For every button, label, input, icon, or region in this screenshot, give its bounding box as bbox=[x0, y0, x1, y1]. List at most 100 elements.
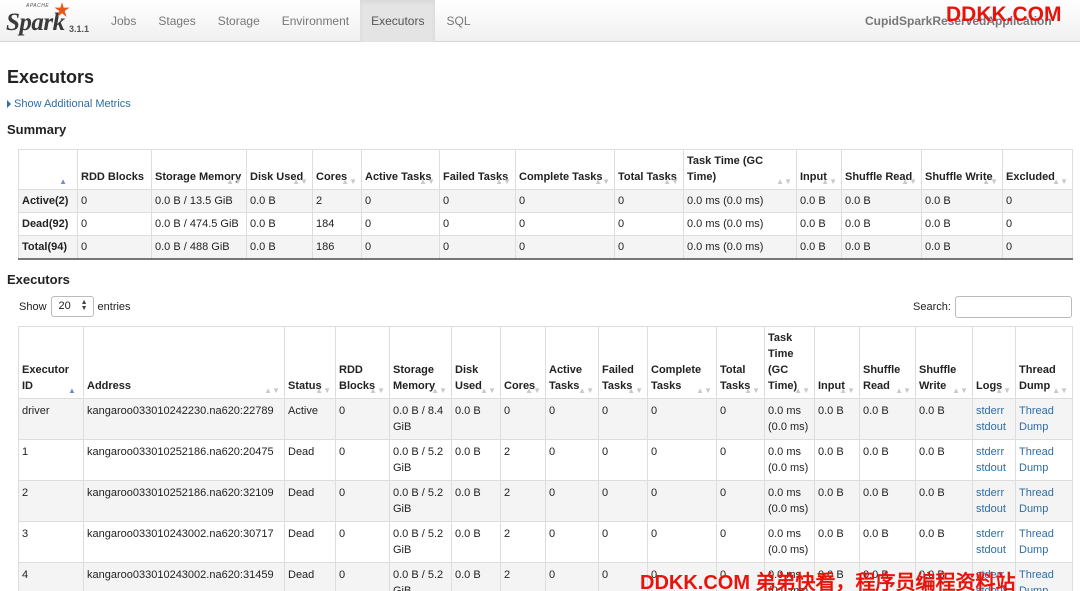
stdout-link[interactable]: stdout bbox=[976, 421, 1006, 433]
tab-environment[interactable]: Environment bbox=[271, 0, 360, 42]
summary-header[interactable]: RDD Blocks bbox=[77, 149, 152, 190]
tab-sql[interactable]: SQL bbox=[435, 0, 481, 42]
summary-cell: 0 bbox=[361, 189, 440, 213]
executor-failed: 0 bbox=[598, 439, 648, 481]
executors-header[interactable]: Task Time (GC Time) ▲▼ bbox=[764, 326, 815, 399]
summary-cell: 0.0 B bbox=[921, 189, 1003, 213]
summary-header[interactable]: Active Tasks ▲▼ bbox=[361, 149, 440, 190]
sort-arrows-icon: ▲▼ bbox=[744, 386, 760, 395]
executor-total: 0 bbox=[716, 398, 765, 440]
executors-header[interactable]: Thread Dump ▲▼ bbox=[1015, 326, 1073, 399]
executor-active: 0 bbox=[545, 439, 599, 481]
show-entries-control: Show 20 ▲ ▼ entries bbox=[19, 296, 131, 317]
executors-header[interactable]: Input ▲▼ bbox=[814, 326, 860, 399]
summary-header[interactable]: Shuffle Write ▲▼ bbox=[921, 149, 1003, 190]
executor-id: driver bbox=[18, 398, 84, 440]
executor-status: Dead bbox=[284, 439, 336, 481]
summary-cell: 0 bbox=[515, 189, 615, 213]
summary-table: ▲ RDD Blocks Storage Memory ▲▼ Disk Used ▲… bbox=[18, 149, 1073, 260]
stderr-link[interactable]: stderr bbox=[976, 487, 1004, 499]
spark-logo[interactable]: APACHE Spark 3.1.1 bbox=[5, 2, 95, 39]
stdout-link[interactable]: stdout bbox=[976, 503, 1006, 515]
executors-header[interactable]: Address ▲▼ bbox=[83, 326, 285, 399]
sort-arrows-icon: ▲▼ bbox=[369, 386, 385, 395]
summary-header[interactable]: Shuffle Read ▲▼ bbox=[841, 149, 922, 190]
summary-header[interactable]: Input ▲▼ bbox=[796, 149, 842, 190]
executor-failed: 0 bbox=[598, 480, 648, 522]
stderr-link[interactable]: stderr bbox=[976, 528, 1004, 540]
executor-shuffle-read: 0.0 B bbox=[859, 521, 916, 563]
stderr-link[interactable]: stderr bbox=[976, 405, 1004, 417]
executors-header[interactable]: Total Tasks ▲▼ bbox=[716, 326, 765, 399]
summary-cell: 0 bbox=[361, 235, 440, 260]
executors-header[interactable]: Shuffle Write ▲▼ bbox=[915, 326, 973, 399]
summary-header[interactable]: Cores ▲▼ bbox=[312, 149, 362, 190]
sort-arrows-icon: ▲▼ bbox=[431, 386, 447, 395]
executor-disk: 0.0 B bbox=[451, 521, 501, 563]
summary-cell: 0 bbox=[439, 235, 516, 260]
stderr-link[interactable]: stderr bbox=[976, 446, 1004, 458]
show-additional-metrics-label: Show Additional Metrics bbox=[14, 98, 131, 110]
tab-storage[interactable]: Storage bbox=[207, 0, 271, 42]
executors-header[interactable]: RDD Blocks ▲▼ bbox=[335, 326, 390, 399]
executors-header[interactable]: Logs ▲▼ bbox=[972, 326, 1016, 399]
executor-cores: 2 bbox=[500, 439, 546, 481]
executor-storage: 0.0 B / 5.2 GiB bbox=[389, 562, 452, 591]
summary-cell: 0 bbox=[77, 189, 152, 213]
executors-header[interactable]: Cores ▲▼ bbox=[500, 326, 546, 399]
summary-header[interactable]: Complete Tasks ▲▼ bbox=[515, 149, 615, 190]
executor-cores: 2 bbox=[500, 562, 546, 591]
executor-active: 0 bbox=[545, 562, 599, 591]
summary-cell: 0.0 B bbox=[841, 212, 922, 236]
stdout-link[interactable]: stdout bbox=[976, 462, 1006, 474]
summary-header-blank[interactable]: ▲ bbox=[18, 149, 78, 190]
summary-cell: 0.0 B / 488 GiB bbox=[151, 235, 247, 260]
executor-input: 0.0 B bbox=[814, 439, 860, 481]
executors-header[interactable]: Complete Tasks ▲▼ bbox=[647, 326, 717, 399]
executor-status: Dead bbox=[284, 562, 336, 591]
executor-failed: 0 bbox=[598, 521, 648, 563]
search-input[interactable] bbox=[954, 296, 1072, 318]
executor-active: 0 bbox=[545, 521, 599, 563]
tab-jobs[interactable]: Jobs bbox=[100, 0, 147, 42]
executor-logs: stderr stdout bbox=[972, 521, 1016, 563]
tab-stages[interactable]: Stages bbox=[147, 0, 206, 42]
stdout-link[interactable]: stdout bbox=[976, 544, 1006, 556]
sort-arrows-icon: ▲▼ bbox=[292, 177, 308, 186]
thread-dump-link[interactable]: Thread Dump bbox=[1019, 528, 1054, 556]
summary-cell: 0 bbox=[439, 189, 516, 213]
thread-dump-link[interactable]: Thread Dump bbox=[1019, 405, 1054, 433]
executor-storage: 0.0 B / 5.2 GiB bbox=[389, 521, 452, 563]
show-additional-metrics-link[interactable]: Show Additional Metrics bbox=[7, 98, 131, 110]
tab-executors[interactable]: Executors bbox=[360, 0, 436, 42]
summary-header[interactable]: Disk Used ▲▼ bbox=[246, 149, 313, 190]
summary-header[interactable]: Storage Memory ▲▼ bbox=[151, 149, 247, 190]
thread-dump-link[interactable]: Thread Dump bbox=[1019, 569, 1054, 591]
summary-header[interactable]: Failed Tasks ▲▼ bbox=[439, 149, 516, 190]
executors-header[interactable]: Active Tasks ▲▼ bbox=[545, 326, 599, 399]
thread-dump-link[interactable]: Thread Dump bbox=[1019, 446, 1054, 474]
executors-header[interactable]: Status ▲▼ bbox=[284, 326, 336, 399]
summary-header[interactable]: Total Tasks ▲▼ bbox=[614, 149, 684, 190]
summary-cell: 0 bbox=[515, 235, 615, 260]
summary-header[interactable]: Excluded ▲▼ bbox=[1002, 149, 1073, 190]
executor-disk: 0.0 B bbox=[451, 480, 501, 522]
sort-arrows-icon: ▲▼ bbox=[315, 386, 331, 395]
executor-address: kangaroo033010243002.na620:30717 bbox=[83, 521, 285, 563]
executors-header[interactable]: Executor ID ▲ bbox=[18, 326, 84, 399]
summary-header[interactable]: Task Time (GC Time) ▲▼ bbox=[683, 149, 797, 190]
executor-rdd: 0 bbox=[335, 562, 390, 591]
sort-arrows-icon: ▲▼ bbox=[952, 386, 968, 395]
thread-dump-link[interactable]: Thread Dump bbox=[1019, 487, 1054, 515]
entries-select[interactable]: 20 ▲ ▼ bbox=[50, 296, 94, 317]
summary-cell: 186 bbox=[312, 235, 362, 260]
executors-header[interactable]: Shuffle Read ▲▼ bbox=[859, 326, 916, 399]
executor-logs: stderr stdout bbox=[972, 439, 1016, 481]
executors-header[interactable]: Storage Memory ▲▼ bbox=[389, 326, 452, 399]
executor-complete: 0 bbox=[647, 480, 717, 522]
executor-cores: 2 bbox=[500, 521, 546, 563]
sort-arrows-icon: ▲▼ bbox=[794, 386, 810, 395]
executors-header[interactable]: Failed Tasks ▲▼ bbox=[598, 326, 648, 399]
executors-header[interactable]: Disk Used ▲▼ bbox=[451, 326, 501, 399]
executor-id: 1 bbox=[18, 439, 84, 481]
